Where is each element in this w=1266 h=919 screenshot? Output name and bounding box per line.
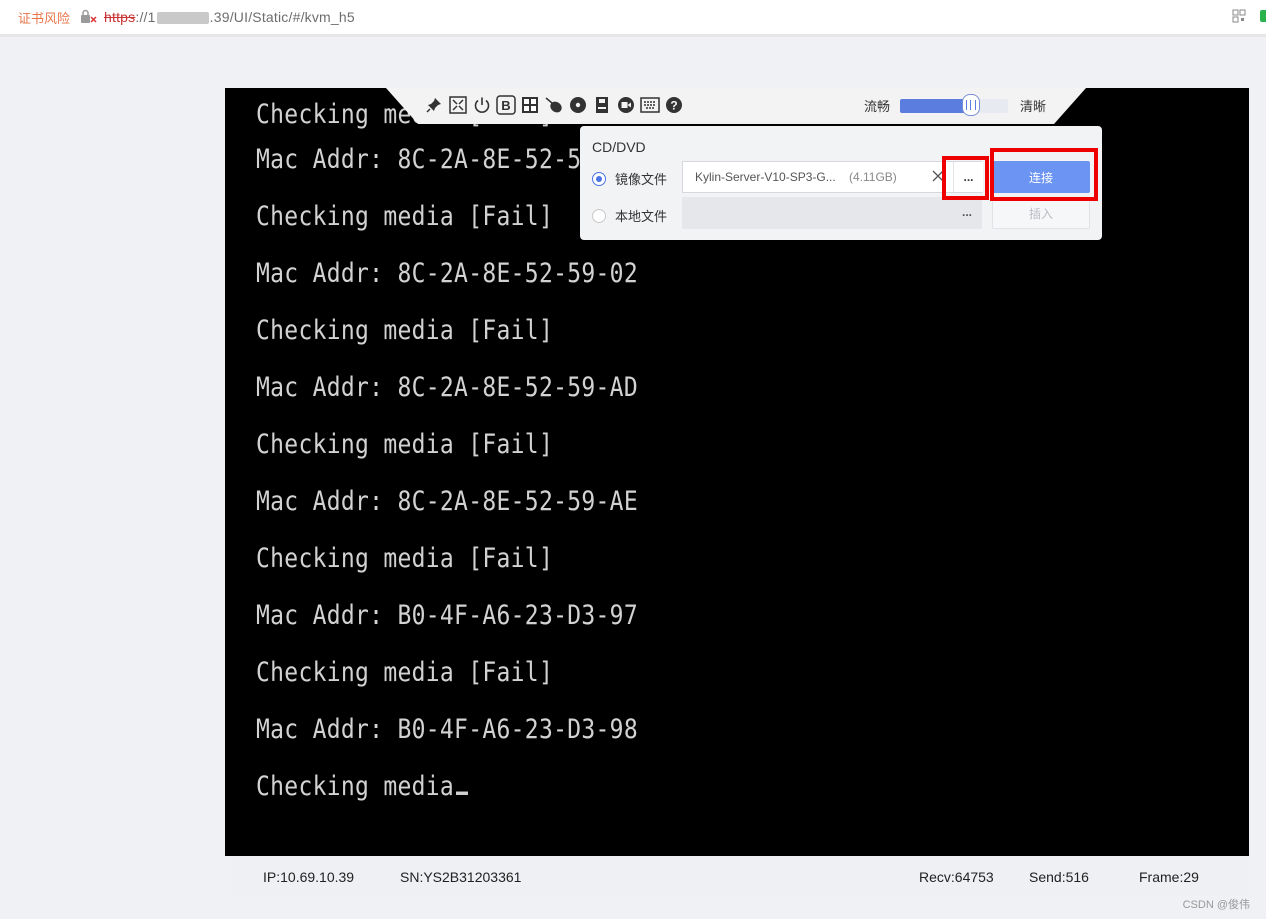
- cd-dvd-title: CD/DVD: [592, 139, 646, 155]
- console-line: Mac Addr: B0-4F-A6-23-D3-98: [256, 714, 638, 745]
- url-path: .39/UI/Static/#/kvm_h5: [209, 9, 355, 25]
- image-file-option[interactable]: 镜像文件: [592, 169, 667, 188]
- insecure-lock-icon: [80, 9, 97, 25]
- status-bar: IP:10.69.10.39 SN:YS2B31203361 Recv:6475…: [225, 856, 1249, 896]
- console-line: Checking media [Fail]: [256, 543, 554, 574]
- browse-local-button: ...: [952, 197, 982, 227]
- local-file-radio[interactable]: [592, 208, 606, 223]
- power-icon[interactable]: [472, 95, 492, 115]
- floppy-icon[interactable]: [592, 95, 612, 115]
- console-line: Mac Addr: B0-4F-A6-23-D3-97: [256, 600, 638, 631]
- status-send: Send:516: [1029, 869, 1089, 885]
- text-cursor: [456, 791, 469, 795]
- quality-slider-fill: [900, 98, 972, 113]
- status-recv: Recv:64753: [919, 869, 994, 885]
- pin-icon[interactable]: [424, 95, 444, 115]
- mouse-icon[interactable]: [544, 95, 564, 115]
- quality-low-label: 流畅: [864, 99, 891, 114]
- certificate-warning[interactable]: 证书风险: [18, 8, 70, 27]
- quality-slider-thumb[interactable]: [962, 93, 981, 116]
- qr-code-icon[interactable]: [1232, 9, 1246, 23]
- extension-icon[interactable]: [1260, 10, 1266, 22]
- image-file-name: Kylin-Server-V10-SP3-G...: [695, 170, 836, 184]
- console-line-text: Checking media: [256, 771, 455, 802]
- address-bar: 证书风险 https://1 .39/UI/Static/#/kvm_h5: [0, 0, 1266, 37]
- console-line: Mac Addr: 8C-2A-8E-52-59-AD: [256, 372, 638, 403]
- console-line: Checking media [Fail]: [256, 657, 554, 688]
- local-file-field: ...: [682, 197, 982, 229]
- help-icon[interactable]: ?: [664, 95, 684, 115]
- console-line: Mac Addr: 8C-2A-8E-52-59-02: [256, 258, 638, 289]
- quality-high-label: 清晰: [1020, 99, 1047, 114]
- console-last-line: Checking media: [256, 755, 638, 821]
- image-file-radio[interactable]: [592, 171, 606, 186]
- virtual-keyboard-icon[interactable]: [640, 95, 660, 115]
- record-icon[interactable]: [616, 95, 636, 115]
- watermark: CSDN @俊伟: [1182, 899, 1250, 911]
- url-protocol: https: [104, 9, 136, 25]
- svg-text:B: B: [501, 98, 510, 113]
- redacted-host: [156, 12, 209, 25]
- svg-text:?: ?: [670, 99, 677, 113]
- local-file-option[interactable]: 本地文件: [592, 206, 667, 225]
- browse-highlight-box: [942, 156, 989, 200]
- fullscreen-icon[interactable]: [448, 95, 468, 115]
- quality-control: 流畅 清晰: [864, 93, 1047, 116]
- connect-highlight-box: [990, 148, 1098, 201]
- cd-dvd-icon[interactable]: [568, 95, 588, 115]
- console-line: Mac Addr: 8C-2A-8E-52-59-AE: [256, 486, 638, 517]
- toolbar-icons: B ?: [424, 95, 688, 115]
- console-line: Checking media [Fail]: [256, 429, 554, 460]
- keyboard-combo-icon[interactable]: [520, 95, 540, 115]
- url-text[interactable]: https://1 .39/UI/Static/#/kvm_h5: [104, 9, 355, 25]
- quality-slider[interactable]: [900, 93, 1009, 116]
- console-line: Checking media [Fail]: [256, 315, 554, 346]
- image-file-size: (4.11GB): [849, 170, 897, 184]
- status-frame: Frame:29: [1139, 869, 1199, 885]
- insert-button: 插入: [992, 197, 1090, 229]
- image-file-field[interactable]: Kylin-Server-V10-SP3-G... (4.11GB) ...: [682, 161, 983, 193]
- url-prefix: ://1: [135, 9, 156, 25]
- local-file-label: 本地文件: [615, 209, 668, 224]
- status-sn: SN:YS2B31203361: [400, 869, 522, 885]
- boot-option-icon[interactable]: B: [496, 95, 516, 115]
- image-file-label: 镜像文件: [615, 172, 668, 187]
- status-ip: IP:10.69.10.39: [263, 869, 355, 885]
